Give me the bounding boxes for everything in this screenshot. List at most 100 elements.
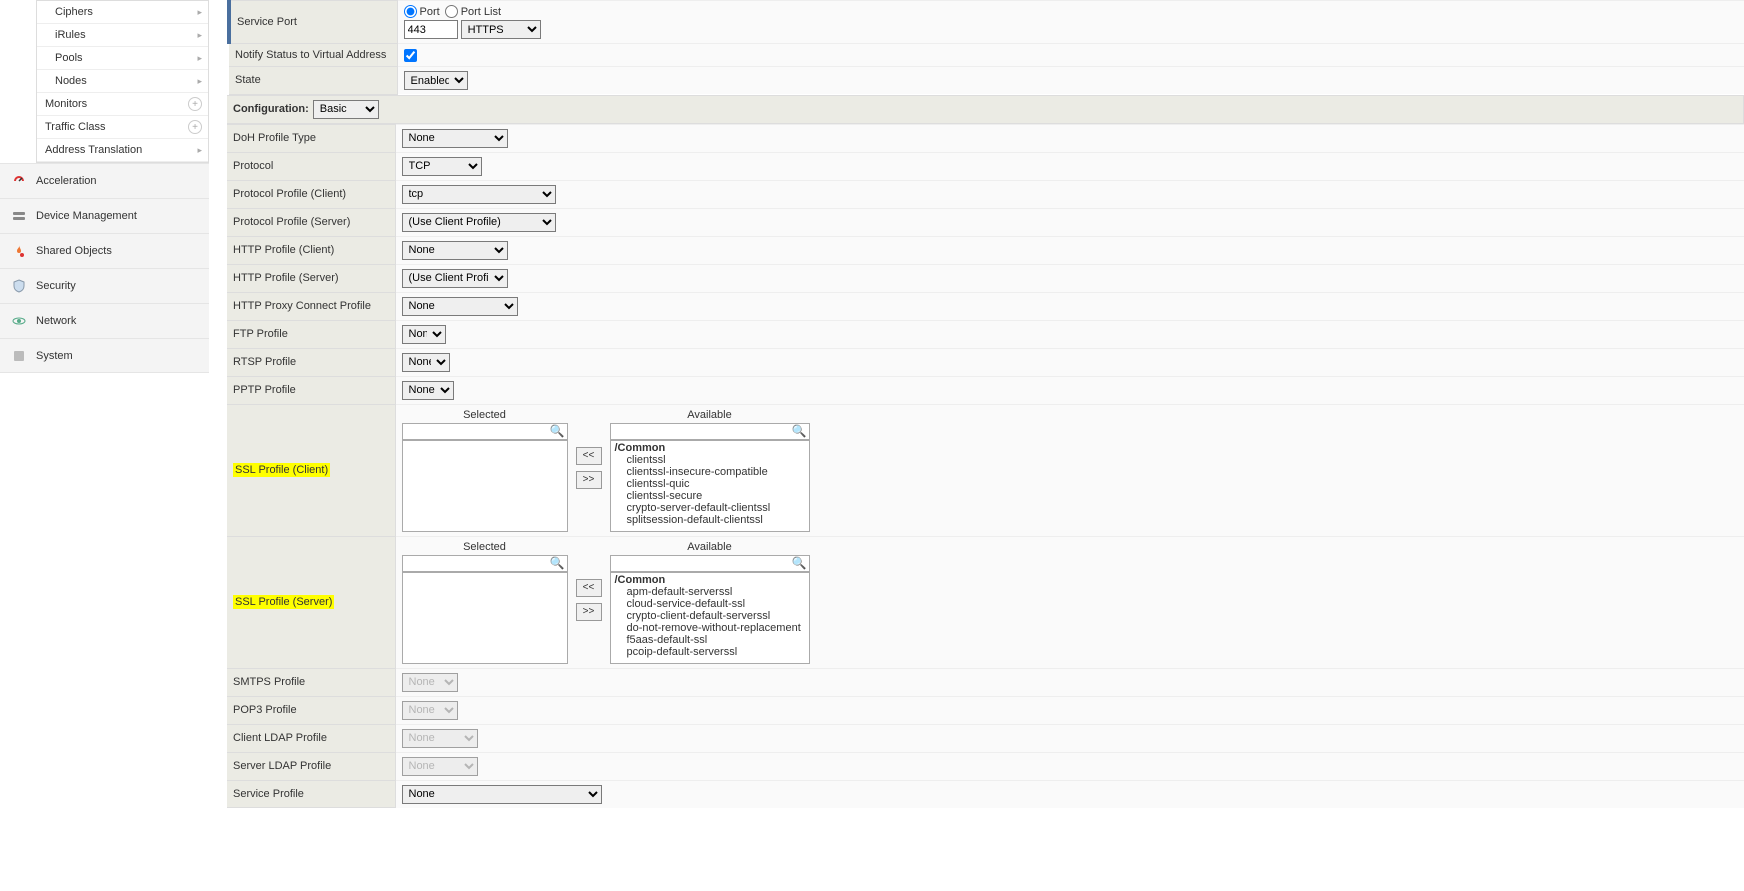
plus-icon[interactable]: + bbox=[188, 120, 202, 134]
label-ssl-profile-server: SSL Profile (Server) bbox=[227, 536, 395, 668]
tree-label: Pools bbox=[55, 52, 83, 64]
flame-icon bbox=[10, 242, 28, 260]
network-icon bbox=[10, 312, 28, 330]
notify-status-checkbox[interactable] bbox=[404, 49, 417, 62]
ssl-client-available-search[interactable]: 🔍 bbox=[610, 423, 810, 440]
label-service-profile: Service Profile bbox=[227, 780, 395, 808]
ssl-client-available-box[interactable]: /Commonclientsslclientssl-insecure-compa… bbox=[610, 440, 810, 532]
selected-header: Selected bbox=[463, 541, 506, 553]
move-right-button[interactable]: >> bbox=[576, 603, 602, 621]
tree-label: Traffic Class bbox=[45, 121, 106, 133]
http-profile-client-select[interactable]: None bbox=[402, 241, 508, 260]
configuration-select[interactable]: Basic bbox=[313, 100, 379, 119]
nav-label: Security bbox=[36, 280, 76, 292]
system-icon bbox=[10, 347, 28, 365]
protocol-profile-client-select[interactable]: tcp bbox=[402, 185, 556, 204]
label-smtps-profile: SMTPS Profile bbox=[227, 668, 395, 696]
label-client-ldap: Client LDAP Profile bbox=[227, 724, 395, 752]
label-protocol-profile-client: Protocol Profile (Client) bbox=[227, 180, 395, 208]
list-item[interactable]: pcoip-default-serverssl bbox=[613, 646, 807, 658]
tree-item-monitors[interactable]: Monitors + bbox=[37, 93, 208, 116]
state-select[interactable]: Enabled bbox=[404, 71, 468, 90]
label-http-proxy-connect: HTTP Proxy Connect Profile bbox=[227, 292, 395, 320]
nav-label: Network bbox=[36, 315, 76, 327]
radio-port-list[interactable] bbox=[445, 5, 458, 18]
tree-item-traffic-class[interactable]: Traffic Class + bbox=[37, 116, 208, 139]
ssl-server-available-box[interactable]: /Commonapm-default-serversslcloud-servic… bbox=[610, 572, 810, 664]
tree-label: Ciphers bbox=[55, 6, 93, 18]
radio-port[interactable] bbox=[404, 5, 417, 18]
tree-item-ciphers[interactable]: Ciphers ▸ bbox=[37, 1, 208, 24]
http-profile-server-select[interactable]: (Use Client Profile) bbox=[402, 269, 508, 288]
tree-item-irules[interactable]: iRules ▸ bbox=[37, 24, 208, 47]
list-item[interactable]: /Common bbox=[613, 574, 807, 586]
port-input[interactable] bbox=[404, 20, 458, 39]
protocol-profile-server-select[interactable]: (Use Client Profile) bbox=[402, 213, 556, 232]
tree-label: Nodes bbox=[55, 75, 87, 87]
label-ftp-profile: FTP Profile bbox=[227, 320, 395, 348]
nav-network[interactable]: Network bbox=[0, 303, 209, 338]
service-profile-select[interactable]: None bbox=[402, 785, 602, 804]
tree-item-address-translation[interactable]: Address Translation ▸ bbox=[37, 139, 208, 162]
chevron-right-icon: ▸ bbox=[197, 30, 202, 41]
radio-port-list-label: Port List bbox=[461, 6, 501, 18]
label-doh-profile-type: DoH Profile Type bbox=[227, 124, 395, 152]
pptp-profile-select[interactable]: None bbox=[402, 381, 454, 400]
list-item[interactable]: f5aas-default-ssl bbox=[613, 634, 807, 646]
list-item[interactable]: do-not-remove-without-replacement bbox=[613, 622, 807, 634]
rtsp-profile-select[interactable]: None bbox=[402, 353, 450, 372]
list-item[interactable]: clientssl-secure bbox=[613, 490, 807, 502]
list-item[interactable]: clientssl bbox=[613, 454, 807, 466]
ssl-client-selected-box[interactable] bbox=[402, 440, 568, 532]
move-left-button[interactable]: << bbox=[576, 579, 602, 597]
list-item[interactable]: cloud-service-default-ssl bbox=[613, 598, 807, 610]
search-icon: 🔍 bbox=[550, 556, 565, 570]
port-protocol-select[interactable]: HTTPS bbox=[461, 20, 541, 39]
search-icon: 🔍 bbox=[550, 424, 565, 438]
shield-icon bbox=[10, 277, 28, 295]
doh-profile-type-select[interactable]: None bbox=[402, 129, 508, 148]
protocol-select[interactable]: TCP bbox=[402, 157, 482, 176]
label-http-profile-client: HTTP Profile (Client) bbox=[227, 236, 395, 264]
plus-icon[interactable]: + bbox=[188, 97, 202, 111]
tree-item-nodes[interactable]: Nodes ▸ bbox=[37, 70, 208, 93]
chevron-right-icon: ▸ bbox=[197, 76, 202, 87]
nav-label: Acceleration bbox=[36, 175, 97, 187]
list-item[interactable]: crypto-server-default-clientssl bbox=[613, 502, 807, 514]
server-ldap-select: None bbox=[402, 757, 478, 776]
nav-label: System bbox=[36, 350, 73, 362]
http-proxy-connect-select[interactable]: None bbox=[402, 297, 518, 316]
tree-label: Monitors bbox=[45, 98, 87, 110]
list-item[interactable]: splitsession-default-clientssl bbox=[613, 514, 807, 526]
move-left-button[interactable]: << bbox=[576, 447, 602, 465]
ssl-server-available-search[interactable]: 🔍 bbox=[610, 555, 810, 572]
chevron-right-icon: ▸ bbox=[197, 7, 202, 18]
list-item[interactable]: clientssl-insecure-compatible bbox=[613, 466, 807, 478]
ssl-server-selected-box[interactable] bbox=[402, 572, 568, 664]
configuration-label: Configuration: bbox=[233, 103, 309, 115]
nav-system[interactable]: System bbox=[0, 338, 209, 373]
tree-item-pools[interactable]: Pools ▸ bbox=[37, 47, 208, 70]
list-item[interactable]: /Common bbox=[613, 442, 807, 454]
label-ssl-profile-client: SSL Profile (Client) bbox=[227, 404, 395, 536]
label-notify-status: Notify Status to Virtual Address bbox=[229, 44, 397, 67]
ssl-client-selected-search[interactable]: 🔍 bbox=[402, 423, 568, 440]
ssl-server-selected-search[interactable]: 🔍 bbox=[402, 555, 568, 572]
ftp-profile-select[interactable]: None bbox=[402, 325, 446, 344]
move-right-button[interactable]: >> bbox=[576, 471, 602, 489]
label-pop3-profile: POP3 Profile bbox=[227, 696, 395, 724]
nav-acceleration[interactable]: Acceleration bbox=[0, 163, 209, 198]
list-item[interactable]: clientssl-quic bbox=[613, 478, 807, 490]
nav-device-management[interactable]: Device Management bbox=[0, 198, 209, 233]
ssl-server-dual-list: Selected 🔍 << >> Available 🔍 /Commonapm-… bbox=[402, 541, 1739, 664]
ssl-client-dual-list: Selected 🔍 << >> Available 🔍 /Commonclie… bbox=[402, 409, 1739, 532]
nav-security[interactable]: Security bbox=[0, 268, 209, 303]
tree-label: Address Translation bbox=[45, 144, 142, 156]
label-service-port: Service Port bbox=[229, 1, 397, 44]
list-item[interactable]: crypto-client-default-serverssl bbox=[613, 610, 807, 622]
label-rtsp-profile: RTSP Profile bbox=[227, 348, 395, 376]
section-configuration: Configuration: Basic bbox=[227, 95, 1744, 124]
chevron-right-icon: ▸ bbox=[197, 145, 202, 156]
nav-shared-objects[interactable]: Shared Objects bbox=[0, 233, 209, 268]
list-item[interactable]: apm-default-serverssl bbox=[613, 586, 807, 598]
